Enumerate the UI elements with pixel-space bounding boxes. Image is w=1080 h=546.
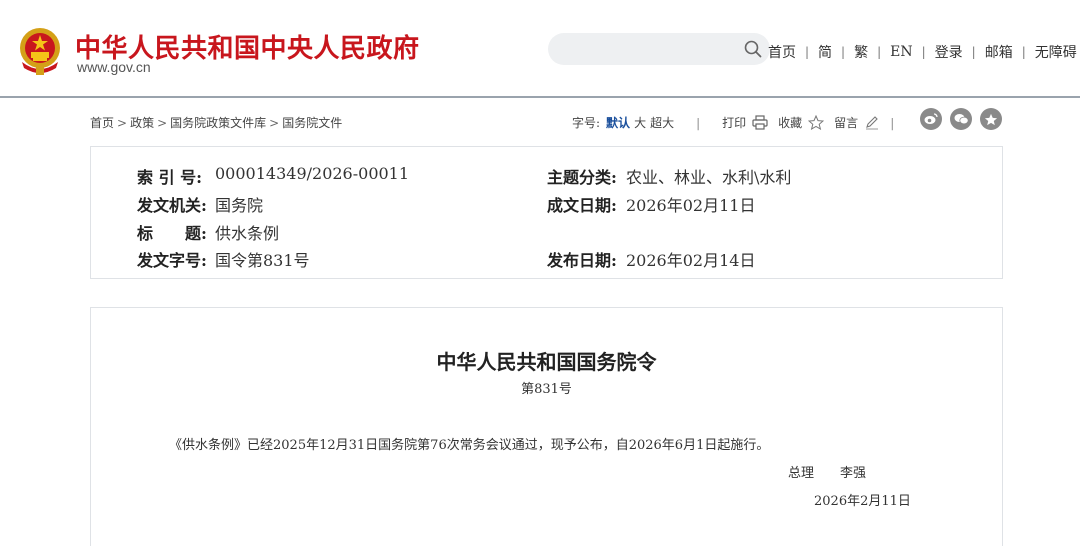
breadcrumb-policy-library[interactable]: 国务院政策文件库 bbox=[170, 116, 266, 130]
font-size-xlarge[interactable]: 超大 bbox=[650, 114, 674, 131]
breadcrumb-bar: 首页 > 政策 > 国务院政策文件库 > 国务院文件 字号: 默认 大 超大 | 打印 收藏… bbox=[90, 108, 1002, 132]
site-url: www.gov.cn bbox=[77, 59, 151, 75]
index-number-label: 索 引 号: bbox=[137, 168, 203, 187]
document-body: 《供水条例》已经2025年12月31日国务院第76次常务会议通过，现予公布，自2… bbox=[169, 438, 770, 453]
document-date: 2026年2月11日 bbox=[814, 494, 911, 509]
national-emblem-icon[interactable] bbox=[18, 26, 62, 76]
tools-divider: | bbox=[696, 115, 701, 130]
topic-value: 农业、林业、水利\水利 bbox=[626, 168, 792, 187]
breadcrumb: 首页 > 政策 > 国务院政策文件库 > 国务院文件 bbox=[90, 114, 342, 131]
breadcrumb-policy[interactable]: 政策 bbox=[130, 116, 154, 130]
publish-date-value: 2026年02月14日 bbox=[626, 251, 756, 270]
document-signature: 总理 李强 bbox=[788, 462, 866, 481]
index-number-value: 000014349/2026-00011 bbox=[215, 164, 410, 183]
nav-separator: | bbox=[1021, 45, 1026, 59]
document-content: 中华人民共和国国务院令 第831号 《供水条例》已经2025年12月31日国务院… bbox=[90, 307, 1003, 546]
title-value: 供水条例 bbox=[215, 224, 280, 243]
nav-login[interactable]: 登录 bbox=[935, 42, 963, 62]
font-size-default[interactable]: 默认 bbox=[606, 114, 630, 131]
print-button[interactable]: 打印 bbox=[722, 114, 746, 131]
nav-accessibility[interactable]: 无障碍 bbox=[1035, 42, 1077, 62]
doc-number-value: 国令第831号 bbox=[215, 251, 310, 270]
nav-separator: | bbox=[841, 45, 846, 59]
nav-separator: | bbox=[921, 45, 926, 59]
breadcrumb-separator: > bbox=[269, 116, 280, 130]
weibo-icon[interactable] bbox=[920, 108, 942, 130]
search-icon[interactable] bbox=[744, 40, 762, 58]
signer-name: 李强 bbox=[840, 466, 867, 481]
topic-label: 主题分类: bbox=[547, 168, 617, 187]
nav-simplified[interactable]: 简 bbox=[818, 42, 832, 62]
favorite-star-icon[interactable] bbox=[980, 108, 1002, 130]
star-outline-icon[interactable] bbox=[808, 115, 825, 130]
breadcrumb-separator: > bbox=[117, 116, 128, 130]
font-size-label: 字号: bbox=[572, 116, 601, 130]
site-header: 中华人民共和国中央人民政府 www.gov.cn 首页 | 简 | 繁 | EN… bbox=[0, 0, 1080, 98]
issuer-value: 国务院 bbox=[215, 196, 264, 215]
comment-button[interactable]: 留言 bbox=[834, 114, 858, 131]
favorite-button[interactable]: 收藏 bbox=[778, 114, 802, 131]
issuer-label: 发文机关: bbox=[137, 196, 207, 215]
document-title: 中华人民共和国国务院令 bbox=[436, 350, 657, 374]
search-input[interactable] bbox=[548, 33, 770, 65]
tools-divider: | bbox=[890, 115, 895, 130]
share-icons bbox=[920, 108, 1002, 130]
breadcrumb-home[interactable]: 首页 bbox=[90, 116, 114, 130]
document-metadata: 索 引 号: 000014349/2026-00011 主题分类: 农业、林业、… bbox=[90, 146, 1003, 279]
title-label: 标 题: bbox=[137, 224, 207, 243]
doc-number-label: 发文字号: bbox=[137, 251, 207, 270]
nav-mailbox[interactable]: 邮箱 bbox=[985, 42, 1013, 62]
top-nav: 首页 | 简 | 繁 | EN | 登录 | 邮箱 | 无障碍 bbox=[768, 42, 1077, 62]
nav-traditional[interactable]: 繁 bbox=[854, 42, 868, 62]
nav-separator: | bbox=[877, 45, 882, 59]
nav-separator: | bbox=[805, 45, 810, 59]
written-date-label: 成文日期: bbox=[547, 196, 617, 215]
wechat-icon[interactable] bbox=[950, 108, 972, 130]
breadcrumb-separator: > bbox=[157, 116, 168, 130]
font-size-large[interactable]: 大 bbox=[634, 114, 646, 131]
nav-english[interactable]: EN bbox=[890, 44, 912, 60]
pencil-icon[interactable] bbox=[864, 115, 880, 130]
written-date-value: 2026年02月11日 bbox=[626, 196, 756, 215]
nav-home[interactable]: 首页 bbox=[768, 42, 796, 62]
page-tools: 字号: 默认 大 超大 | 打印 收藏 留言 | bbox=[572, 114, 906, 131]
publish-date-label: 发布日期: bbox=[547, 251, 617, 270]
document-number: 第831号 bbox=[521, 382, 572, 397]
signer-title: 总理 bbox=[788, 466, 815, 481]
printer-icon[interactable] bbox=[752, 115, 768, 130]
nav-separator: | bbox=[971, 45, 976, 59]
breadcrumb-state-council-docs[interactable]: 国务院文件 bbox=[282, 116, 342, 130]
